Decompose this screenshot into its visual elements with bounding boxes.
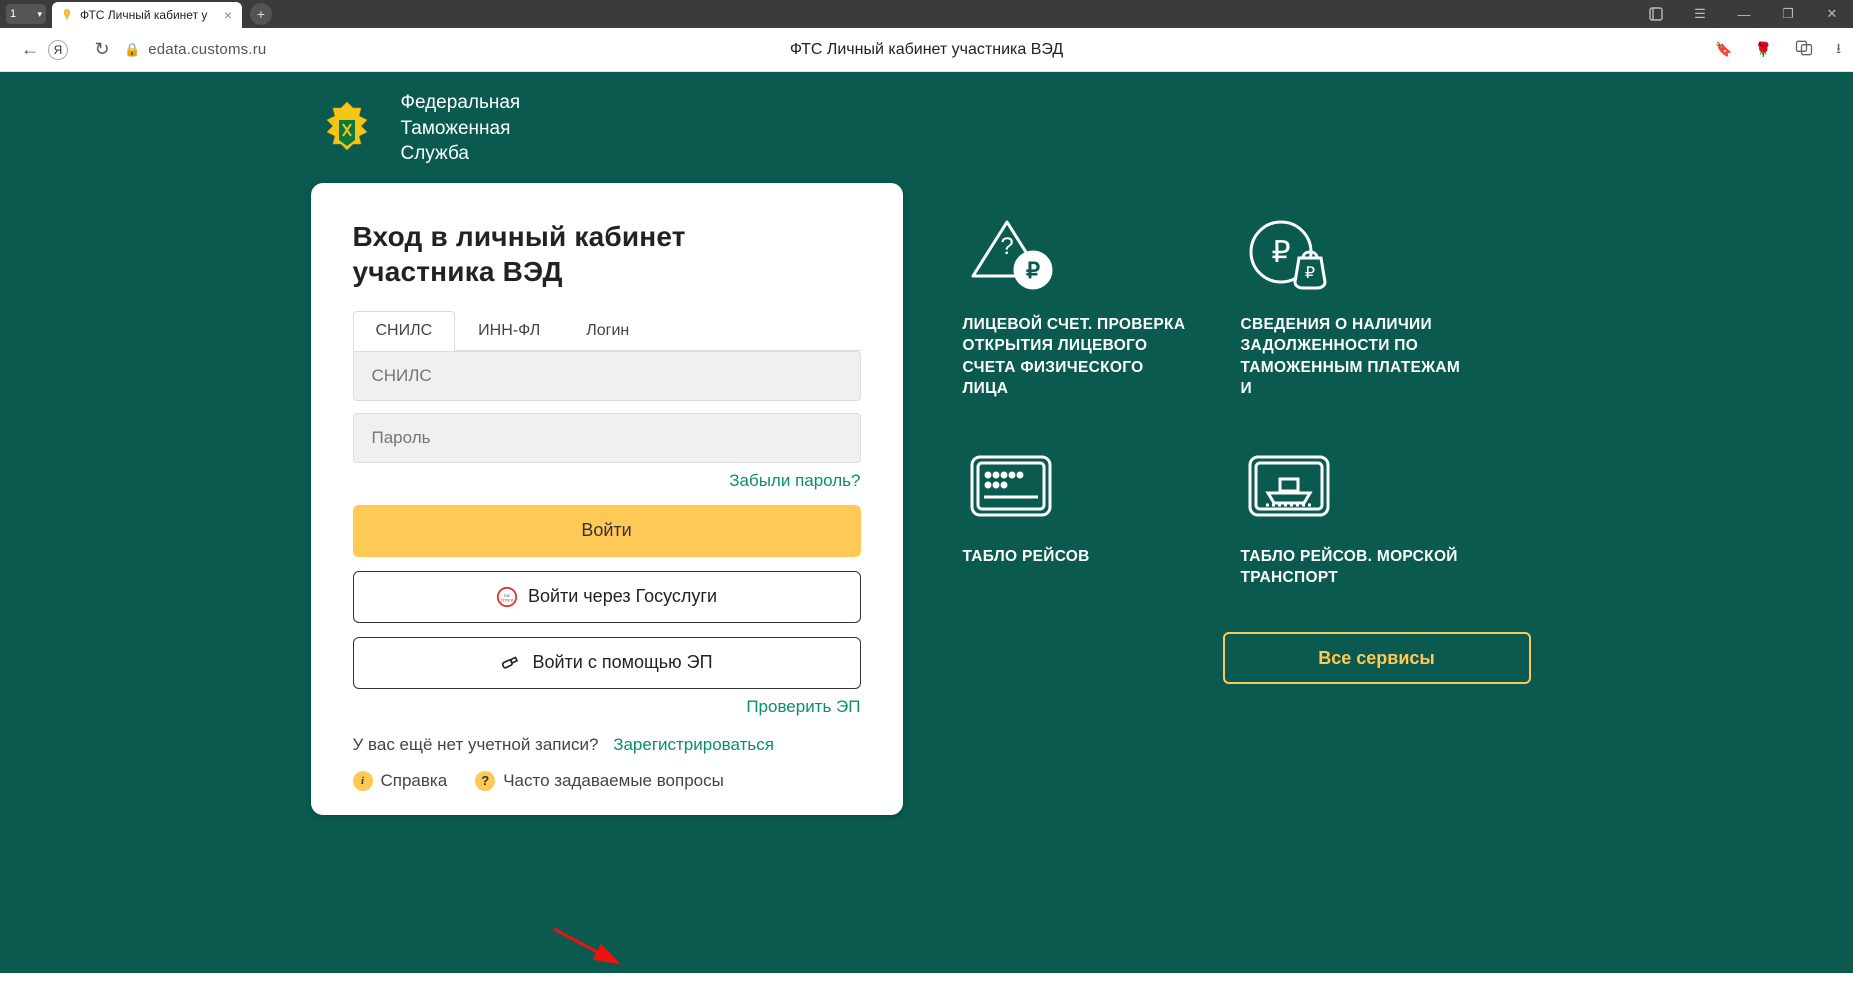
- page-body: Федеральная Таможенная Служба Вход в лич…: [0, 72, 1853, 973]
- service-account-check[interactable]: ? ₽ ЛИЦЕВОЙ СЧЕТ. ПРОВЕРКА ОТКРЫТИЯ ЛИЦЕ…: [963, 214, 1193, 400]
- services-grid: ? ₽ ЛИЦЕВОЙ СЧЕТ. ПРОВЕРКА ОТКРЫТИЯ ЛИЦЕ…: [963, 214, 1547, 588]
- help-faq[interactable]: ? Часто задаваемые вопросы: [475, 771, 724, 791]
- window-close-icon[interactable]: ✕: [1817, 6, 1847, 22]
- help-ref-label: Справка: [381, 771, 448, 791]
- tab-count-value: 1: [10, 8, 16, 20]
- question-icon: ?: [475, 771, 495, 791]
- agency-line: Служба: [401, 141, 521, 167]
- service-label: ТАБЛО РЕЙСОВ: [963, 546, 1193, 567]
- tab-snils[interactable]: СНИЛС: [353, 311, 456, 351]
- left-column: Федеральная Таможенная Служба Вход в лич…: [311, 86, 903, 815]
- gosuslugi-label: Войти через Госуслуги: [528, 586, 717, 607]
- snils-input[interactable]: [372, 366, 842, 386]
- tab-inn[interactable]: ИНН-ФЛ: [455, 311, 563, 351]
- extension-translate-icon[interactable]: [1794, 38, 1814, 61]
- snils-field-wrap: [353, 351, 861, 401]
- yandex-icon: Я: [48, 40, 68, 60]
- svg-text:₽: ₽: [1271, 236, 1290, 269]
- read-mode-icon[interactable]: [1641, 6, 1671, 22]
- site-header: Федеральная Таможенная Служба: [311, 86, 903, 179]
- check-ep-link[interactable]: Проверить ЭП: [746, 697, 860, 716]
- annotation-arrow-icon: [554, 929, 654, 982]
- new-tab-button[interactable]: +: [250, 3, 272, 25]
- bookmark-icon[interactable]: 🔖: [1715, 41, 1732, 58]
- register-link[interactable]: Зарегистрироваться: [613, 735, 774, 754]
- browser-tabstrip: 1 ▾ ФТС Личный кабинет у × + ☰ — ❐ ✕: [0, 0, 1853, 28]
- ep-button[interactable]: Войти с помощью ЭП: [353, 637, 861, 689]
- page-title: ФТС Личный кабинет участника ВЭД: [790, 41, 1063, 59]
- gosuslugi-button[interactable]: гос услуги Войти через Госуслуги: [353, 571, 861, 623]
- right-column: ? ₽ ЛИЦЕВОЙ СЧЕТ. ПРОВЕРКА ОТКРЫТИЯ ЛИЦЕ…: [963, 86, 1547, 684]
- lock-icon: 🔒: [124, 42, 140, 58]
- help-reference[interactable]: i Справка: [353, 771, 448, 791]
- svg-text:?: ?: [1000, 233, 1013, 260]
- svg-text:₽: ₽: [1304, 265, 1314, 282]
- service-label: ЛИЦЕВОЙ СЧЕТ. ПРОВЕРКА ОТКРЫТИЯ ЛИЦЕВОГО…: [963, 314, 1193, 400]
- tab-login[interactable]: Логин: [563, 311, 652, 351]
- tab-counter[interactable]: 1 ▾: [6, 4, 46, 24]
- browser-toolbar: ← Я ↻ 🔒 edata.customs.ru ФТС Личный каби…: [0, 28, 1853, 72]
- extension-icon[interactable]: 🌹: [1755, 41, 1772, 58]
- chevron-down-icon: ▾: [37, 9, 42, 20]
- downloads-icon[interactable]: ⭳: [1836, 38, 1841, 62]
- maximize-icon[interactable]: ❐: [1773, 6, 1803, 22]
- tab-favicon-icon: [60, 8, 74, 22]
- password-field-wrap: [353, 413, 861, 463]
- emblem-icon: [315, 96, 379, 160]
- nav-reload-button[interactable]: ↻: [84, 39, 120, 60]
- minimize-icon[interactable]: —: [1729, 7, 1759, 22]
- no-account-text: У вас ещё нет учетной записи?: [353, 735, 599, 754]
- title-line: Вход в личный кабинет: [353, 221, 686, 252]
- forgot-link[interactable]: Забыли пароль?: [729, 471, 860, 490]
- service-flight-board[interactable]: ТАБЛО РЕЙСОВ: [963, 446, 1193, 589]
- help-faq-label: Часто задаваемые вопросы: [503, 771, 724, 791]
- service-label: СВЕДЕНИЯ О НАЛИЧИИ ЗАДОЛЖЕННОСТИ ПО ТАМО…: [1241, 314, 1471, 400]
- service-sea-board[interactable]: ТАБЛО РЕЙСОВ. МОРСКОЙ ТРАНСПОРТ: [1241, 446, 1471, 589]
- board-icon: [963, 446, 1059, 526]
- login-card: Вход в личный кабинет участника ВЭД СНИЛ…: [311, 183, 903, 815]
- service-label: ТАБЛО РЕЙСОВ. МОРСКОЙ ТРАНСПОРТ: [1241, 546, 1471, 589]
- all-services-button[interactable]: Все сервисы: [1223, 632, 1531, 684]
- url-text: edata.customs.ru: [148, 41, 266, 58]
- agency-line: Таможенная: [401, 116, 521, 142]
- browser-tab[interactable]: ФТС Личный кабинет у ×: [52, 2, 242, 28]
- window-controls: ☰ — ❐ ✕: [1641, 6, 1847, 22]
- service-debt-info[interactable]: ₽ ₽ СВЕДЕНИЯ О НАЛИЧИИ ЗАДОЛЖЕННОСТИ ПО …: [1241, 214, 1471, 400]
- info-icon: i: [353, 771, 373, 791]
- ep-label: Войти с помощью ЭП: [532, 652, 712, 673]
- gosuslugi-icon: гос услуги: [496, 586, 518, 608]
- card-title: Вход в личный кабинет участника ВЭД: [353, 219, 861, 289]
- nav-back-button[interactable]: ←: [12, 39, 48, 60]
- menu-icon[interactable]: ☰: [1685, 6, 1715, 22]
- ruble-bag-icon: ₽ ₽: [1241, 214, 1337, 294]
- password-input[interactable]: [372, 428, 842, 448]
- tab-title: ФТС Личный кабинет у: [80, 8, 207, 22]
- ship-board-icon: [1241, 446, 1337, 526]
- address-bar[interactable]: 🔒 edata.customs.ru: [124, 41, 266, 58]
- close-icon[interactable]: ×: [222, 7, 234, 23]
- login-tabs: СНИЛС ИНН-ФЛ Логин: [353, 311, 861, 351]
- warning-ruble-icon: ? ₽: [963, 214, 1059, 294]
- login-button[interactable]: Войти: [353, 505, 861, 557]
- svg-text:услуги: услуги: [501, 598, 514, 603]
- title-line: участника ВЭД: [353, 256, 563, 287]
- yandex-home-button[interactable]: Я: [48, 40, 84, 60]
- agency-name: Федеральная Таможенная Служба: [401, 90, 521, 167]
- help-row: i Справка ? Часто задаваемые вопросы: [353, 771, 861, 791]
- svg-text:₽: ₽: [1026, 258, 1040, 283]
- agency-line: Федеральная: [401, 90, 521, 116]
- register-row: У вас ещё нет учетной записи? Зарегистри…: [353, 735, 861, 755]
- usb-key-icon: [500, 652, 522, 674]
